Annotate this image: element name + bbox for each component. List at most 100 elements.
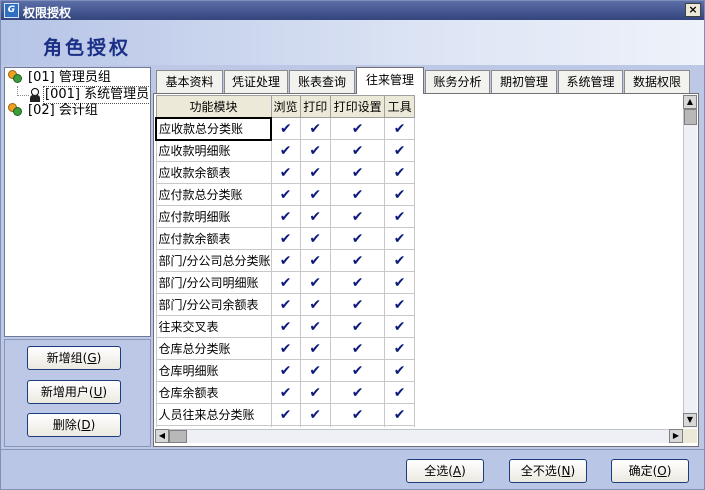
checkmark-icon[interactable]: ✔ <box>329 183 386 206</box>
module-cell[interactable]: 往来交叉表 <box>155 315 272 338</box>
scroll-right-icon[interactable]: ▶ <box>669 429 683 443</box>
delete-button[interactable]: 删除(D) <box>27 413 121 437</box>
checkmark-icon[interactable]: ✔ <box>299 293 331 316</box>
checkmark-icon[interactable]: ✔ <box>299 117 331 140</box>
select-none-button[interactable]: 全不选(N) <box>509 459 587 483</box>
checkmark-icon[interactable]: ✔ <box>329 271 386 294</box>
checkmark-icon[interactable]: ✔ <box>384 139 415 162</box>
table-row[interactable]: 往来交叉表 ✔ ✔ ✔ ✔ <box>155 315 415 338</box>
checkmark-icon[interactable]: ✔ <box>329 161 386 184</box>
table-row[interactable]: 仓库余额表 ✔ ✔ ✔ ✔ <box>155 381 415 404</box>
checkmark-icon[interactable]: ✔ <box>329 403 386 426</box>
ok-button[interactable]: 确定(O) <box>611 459 689 483</box>
column-header-print[interactable]: 打印 <box>299 95 331 118</box>
checkmark-icon[interactable]: ✔ <box>384 315 415 338</box>
horizontal-scrollbar[interactable]: ◀ ▶ <box>155 429 683 443</box>
scroll-down-icon[interactable]: ▼ <box>683 413 697 427</box>
checkmark-icon[interactable]: ✔ <box>299 381 331 404</box>
column-header-browse[interactable]: 浏览 <box>270 95 301 118</box>
checkmark-icon[interactable]: ✔ <box>384 271 415 294</box>
module-cell[interactable]: 部门/分公司总分类账 <box>155 249 272 272</box>
module-cell[interactable]: 仓库总分类账 <box>155 337 272 360</box>
checkmark-icon[interactable]: ✔ <box>384 227 415 250</box>
table-row[interactable]: 部门/分公司余额表 ✔ ✔ ✔ ✔ <box>155 293 415 316</box>
module-cell[interactable]: 应收款总分类账 <box>155 116 273 141</box>
checkmark-icon[interactable]: ✔ <box>270 359 301 382</box>
scroll-left-icon[interactable]: ◀ <box>155 429 169 443</box>
module-cell[interactable]: 部门/分公司余额表 <box>155 293 272 316</box>
table-row[interactable]: 应付款明细账 ✔ ✔ ✔ ✔ <box>155 205 415 228</box>
checkmark-icon[interactable]: ✔ <box>270 271 301 294</box>
checkmark-icon[interactable]: ✔ <box>270 381 301 404</box>
module-cell[interactable]: 应收款明细账 <box>155 139 272 162</box>
checkmark-icon[interactable]: ✔ <box>329 381 386 404</box>
table-row[interactable]: ✔✔✔✔ <box>155 425 415 427</box>
table-row[interactable]: 应收款明细账 ✔ ✔ ✔ ✔ <box>155 139 415 162</box>
column-header-tools[interactable]: 工具 <box>384 95 415 118</box>
checkmark-icon[interactable]: ✔ <box>384 403 415 426</box>
module-cell[interactable]: 人员往来总分类账 <box>155 403 272 426</box>
checkmark-icon[interactable]: ✔ <box>329 117 386 140</box>
add-group-button[interactable]: 新增组(G) <box>27 346 121 370</box>
module-cell[interactable]: 应收款余额表 <box>155 161 272 184</box>
table-row[interactable]: 仓库明细账 ✔ ✔ ✔ ✔ <box>155 359 415 382</box>
checkmark-icon[interactable]: ✔ <box>299 183 331 206</box>
tab-receivables[interactable]: 往来管理 <box>356 67 424 94</box>
checkmark-icon[interactable]: ✔ <box>329 315 386 338</box>
checkmark-icon[interactable]: ✔ <box>270 293 301 316</box>
checkmark-icon[interactable]: ✔ <box>384 183 415 206</box>
checkmark-icon[interactable]: ✔ <box>299 249 331 272</box>
table-row[interactable]: 部门/分公司总分类账 ✔ ✔ ✔ ✔ <box>155 249 415 272</box>
tab-data-permissions[interactable]: 数据权限 <box>624 70 690 93</box>
module-cell[interactable]: 仓库明细账 <box>155 359 272 382</box>
checkmark-icon[interactable]: ✔ <box>384 161 415 184</box>
checkmark-icon[interactable]: ✔ <box>329 139 386 162</box>
tab-analysis[interactable]: 账务分析 <box>425 70 490 93</box>
checkmark-icon[interactable]: ✔ <box>329 293 386 316</box>
permission-grid[interactable]: 功能模块 浏览 打印 打印设置 工具 应收款总分类账 ✔ ✔ ✔ ✔ 应收款明细账 ✔ ✔ ✔ ✔… <box>155 95 415 427</box>
module-cell[interactable]: 仓库余额表 <box>155 381 272 404</box>
checkmark-icon[interactable]: ✔ <box>270 161 301 184</box>
checkmark-icon[interactable]: ✔ <box>299 139 331 162</box>
checkmark-icon[interactable]: ✔ <box>299 271 331 294</box>
vertical-scroll-thumb[interactable] <box>684 109 697 125</box>
tab-opening[interactable]: 期初管理 <box>491 70 557 93</box>
select-all-button[interactable]: 全选(A) <box>406 459 484 483</box>
checkmark-icon[interactable]: ✔ <box>299 161 331 184</box>
tab-reports[interactable]: 账表查询 <box>289 70 355 93</box>
checkmark-icon[interactable]: ✔ <box>270 337 301 360</box>
checkmark-icon[interactable]: ✔ <box>384 205 415 228</box>
horizontal-scroll-thumb[interactable] <box>169 430 187 443</box>
checkmark-icon[interactable]: ✔ <box>329 227 386 250</box>
checkmark-icon[interactable]: ✔ <box>299 315 331 338</box>
checkmark-icon[interactable]: ✔ <box>270 117 301 140</box>
checkmark-icon[interactable]: ✔ <box>299 205 331 228</box>
tab-system[interactable]: 系统管理 <box>558 70 623 93</box>
checkmark-icon[interactable]: ✔ <box>384 359 415 382</box>
scroll-up-icon[interactable]: ▲ <box>683 95 697 109</box>
role-tree[interactable]: [01] 管理员组 [001] 系统管理员 [02] 会计组 <box>4 67 151 337</box>
checkmark-icon[interactable]: ✔ <box>270 315 301 338</box>
column-header-print-setup[interactable]: 打印设置 <box>329 95 386 118</box>
checkmark-icon[interactable]: ✔ <box>384 249 415 272</box>
checkmark-icon[interactable]: ✔ <box>299 403 331 426</box>
checkmark-icon[interactable]: ✔ <box>329 425 386 427</box>
checkmark-icon[interactable]: ✔ <box>270 183 301 206</box>
tab-voucher[interactable]: 凭证处理 <box>224 70 288 93</box>
table-row[interactable]: 仓库总分类账 ✔ ✔ ✔ ✔ <box>155 337 415 360</box>
table-row[interactable]: 人员往来总分类账 ✔ ✔ ✔ ✔ <box>155 403 415 426</box>
checkmark-icon[interactable]: ✔ <box>299 359 331 382</box>
checkmark-icon[interactable]: ✔ <box>329 249 386 272</box>
checkmark-icon[interactable]: ✔ <box>329 359 386 382</box>
table-row[interactable]: 应收款余额表 ✔ ✔ ✔ ✔ <box>155 161 415 184</box>
vertical-scrollbar[interactable]: ▲ ▼ <box>683 95 697 428</box>
module-cell[interactable]: 应付款总分类账 <box>155 183 272 206</box>
add-user-button[interactable]: 新增用户(U) <box>27 380 121 404</box>
checkmark-icon[interactable]: ✔ <box>270 249 301 272</box>
close-button[interactable]: × <box>685 3 701 17</box>
checkmark-icon[interactable]: ✔ <box>384 337 415 360</box>
module-cell[interactable]: 部门/分公司明细账 <box>155 271 272 294</box>
table-row[interactable]: 应收款总分类账 ✔ ✔ ✔ ✔ <box>155 116 415 141</box>
checkmark-icon[interactable]: ✔ <box>384 293 415 316</box>
checkmark-icon[interactable]: ✔ <box>270 139 301 162</box>
